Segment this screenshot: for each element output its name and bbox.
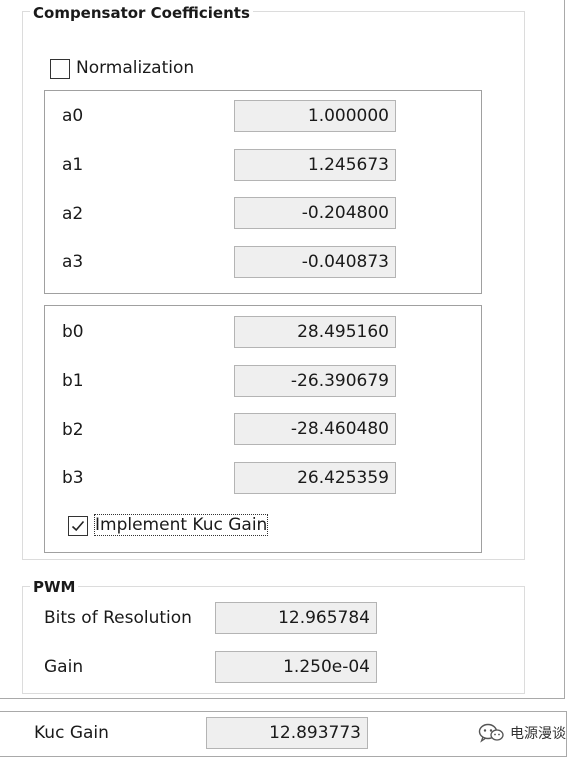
- bits-of-resolution-label: Bits of Resolution: [44, 608, 192, 628]
- coefficient-label-a1: a1: [62, 155, 84, 175]
- watermark: 电源漫谈: [478, 722, 566, 744]
- checkmark-icon: [71, 520, 85, 532]
- coefficient-field-b3[interactable]: 26.425359: [234, 462, 396, 494]
- normalization-label[interactable]: Normalization: [76, 58, 194, 78]
- watermark-text: 电源漫谈: [510, 726, 566, 742]
- kuc-gain-field[interactable]: 12.893773: [206, 717, 368, 749]
- implement-kuc-gain-checkbox[interactable]: [68, 516, 88, 536]
- coefficient-label-a0: a0: [62, 106, 84, 126]
- wechat-icon: [478, 723, 504, 743]
- coefficient-label-b1: b1: [62, 371, 84, 391]
- implement-kuc-gain-label[interactable]: Implement Kuc Gain: [93, 514, 269, 536]
- coefficient-label-b0: b0: [62, 322, 84, 342]
- coefficient-field-a0[interactable]: 1.000000: [234, 100, 396, 132]
- coefficient-label-b3: b3: [62, 468, 84, 488]
- bits-of-resolution-field[interactable]: 12.965784: [215, 602, 377, 634]
- coefficient-field-b2[interactable]: -28.460480: [234, 413, 396, 445]
- kuc-gain-label: Kuc Gain: [34, 723, 109, 743]
- normalization-checkbox[interactable]: [50, 59, 70, 79]
- pwm-gain-field[interactable]: 1.250e-04: [215, 651, 377, 683]
- compensator-coefficients-title: Compensator Coefficients: [30, 4, 253, 22]
- coefficient-field-a1[interactable]: 1.245673: [234, 149, 396, 181]
- coefficient-field-b1[interactable]: -26.390679: [234, 365, 396, 397]
- pwm-gain-label: Gain: [44, 657, 84, 677]
- coefficient-label-a2: a2: [62, 204, 84, 224]
- coefficient-field-a3[interactable]: -0.040873: [234, 246, 396, 278]
- coefficient-label-a3: a3: [62, 252, 84, 272]
- coefficient-field-b0[interactable]: 28.495160: [234, 316, 396, 348]
- pwm-title: PWM: [30, 578, 79, 596]
- coefficient-field-a2[interactable]: -0.204800: [234, 197, 396, 229]
- coefficient-label-b2: b2: [62, 420, 84, 440]
